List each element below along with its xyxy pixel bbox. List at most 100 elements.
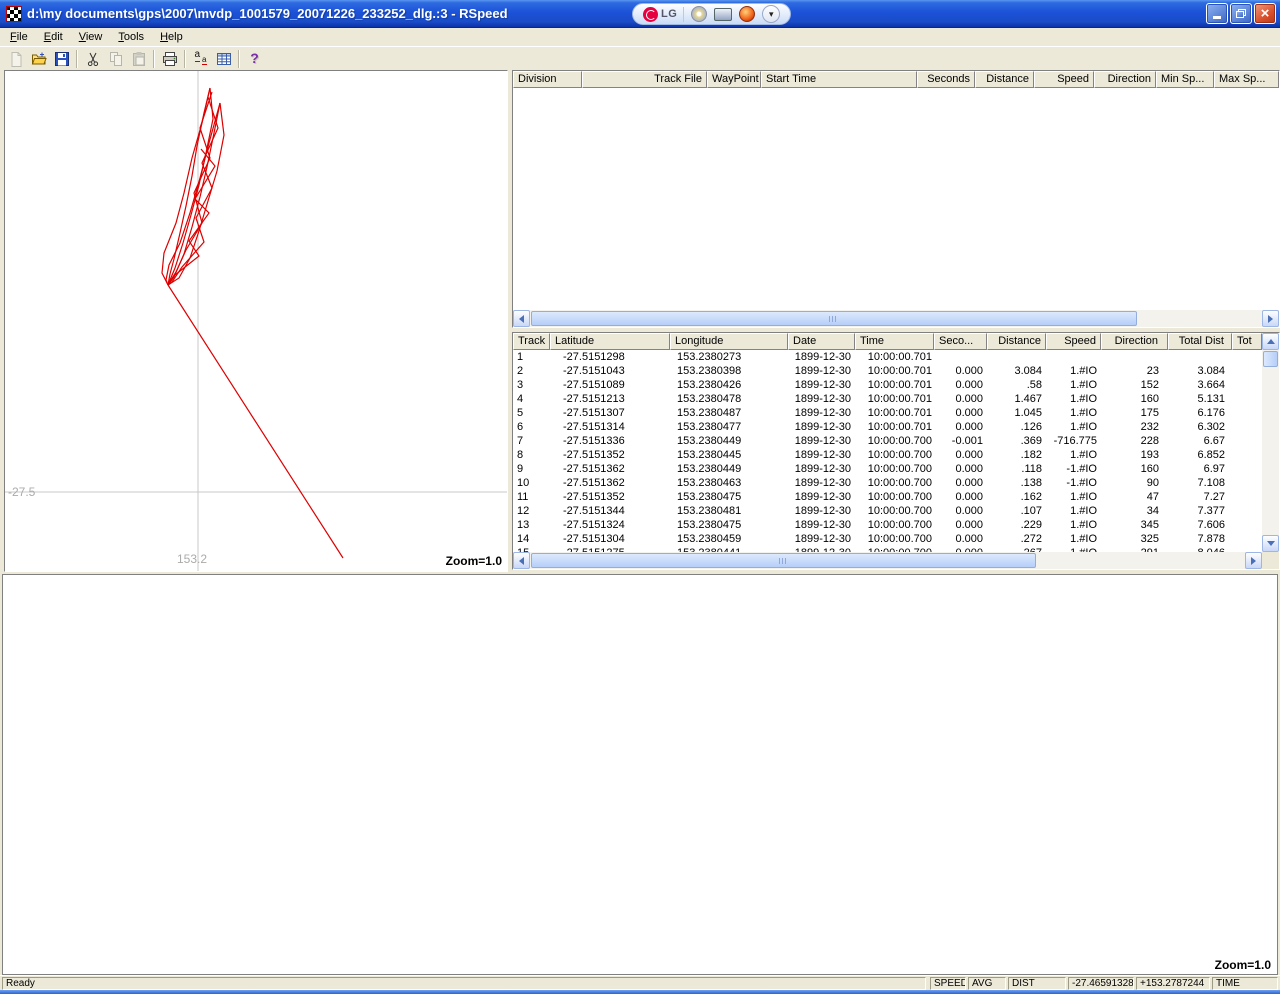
table-cell: 7.878 [1168,532,1232,546]
scroll-right-button[interactable] [1245,552,1262,569]
table-row[interactable]: 9-27.5151362153.23804491899-12-3010:00:0… [513,462,1262,476]
disc-icon[interactable] [691,6,707,22]
scroll-left-icon [519,557,524,565]
scroll-up-button[interactable] [1262,333,1279,350]
column-header[interactable]: Track [513,333,550,350]
column-header[interactable]: WayPoint [707,71,761,88]
cut-button[interactable] [81,48,104,70]
column-header[interactable]: Track File [582,71,707,88]
scroll-left-button[interactable] [513,310,530,327]
paste-button[interactable] [127,48,150,70]
column-header[interactable]: Tot [1232,333,1262,350]
copy-button[interactable] [104,48,127,70]
division-table-header: DivisionTrack FileWayPointStart TimeSeco… [513,71,1279,88]
table-row[interactable]: 12-27.5151344153.23804811899-12-3010:00:… [513,504,1262,518]
column-header[interactable]: Longitude [670,333,788,350]
table-row[interactable]: 6-27.5151314153.23804771899-12-3010:00:0… [513,420,1262,434]
restore-button[interactable] [1230,3,1252,24]
table-cell: 11 [513,490,550,504]
scroll-right-icon [1251,557,1256,565]
close-button[interactable]: × [1254,3,1276,24]
column-header[interactable]: Date [788,333,855,350]
track-table-hscrollbar[interactable] [513,552,1262,569]
menu-file[interactable]: File [2,30,36,44]
table-cell: 153.2380449 [670,462,788,476]
plot-zoom-label: Zoom=1.0 [446,554,502,568]
menu-view[interactable]: View [71,30,111,44]
track-table-body[interactable]: 1-27.5151298153.23802731899-12-3010:00:0… [513,350,1262,552]
table-row[interactable]: 13-27.5151324153.23804751899-12-3010:00:… [513,518,1262,532]
new-button[interactable] [4,48,27,70]
column-header[interactable]: Time [855,333,934,350]
column-header[interactable]: Direction [1101,333,1168,350]
track-map-panel[interactable]: -27.5153.2 Zoom=1.0 [4,70,508,572]
table-row[interactable]: 7-27.5151336153.23804491899-12-3010:00:0… [513,434,1262,448]
drive-icon[interactable] [714,8,732,21]
table-row[interactable]: 8-27.5151352153.23804451899-12-3010:00:0… [513,448,1262,462]
table-cell: .107 [987,504,1046,518]
table-cell: 0.000 [934,504,987,518]
column-header[interactable]: Total Dist [1168,333,1232,350]
vscroll-thumb[interactable] [1263,351,1278,367]
table-row[interactable]: 2-27.5151043153.23803981899-12-3010:00:0… [513,364,1262,378]
hscroll-thumb[interactable] [531,311,1137,326]
help-button[interactable] [243,48,266,70]
table-cell: -27.5151304 [550,532,670,546]
column-header[interactable]: Max Sp... [1214,71,1279,88]
menu-help[interactable]: Help [152,30,191,44]
column-header[interactable]: Speed [1034,71,1094,88]
column-header[interactable]: Seco... [934,333,987,350]
print-button[interactable] [158,48,181,70]
table-cell: 3.084 [1168,364,1232,378]
column-header[interactable]: Seconds [917,71,975,88]
column-header[interactable]: Latitude [550,333,670,350]
help-icon [250,50,259,68]
dropdown-arrow-icon[interactable]: ▾ [762,5,780,23]
grid-view-button[interactable] [212,48,235,70]
table-cell: 152 [1101,378,1168,392]
open-button[interactable] [27,48,50,70]
table-cell: .272 [987,532,1046,546]
scroll-down-button[interactable] [1262,535,1279,552]
table-cell: 12 [513,504,550,518]
lg-logo-icon [643,7,658,22]
division-table-hscrollbar[interactable] [513,310,1279,327]
status-longitude: +153.2787244 [1136,977,1210,990]
column-header[interactable]: Start Time [761,71,917,88]
speed-view-panel[interactable]: Zoom=1.0 [2,574,1278,975]
close-icon: × [1261,6,1270,21]
labels-button[interactable] [189,48,212,70]
table-row[interactable]: 14-27.5151304153.23804591899-12-3010:00:… [513,532,1262,546]
table-row[interactable]: 10-27.5151362153.23804631899-12-3010:00:… [513,476,1262,490]
column-header[interactable]: Direction [1094,71,1156,88]
column-header[interactable]: Division [513,71,582,88]
table-row[interactable]: 3-27.5151089153.23804261899-12-3010:00:0… [513,378,1262,392]
column-header[interactable]: Speed [1046,333,1101,350]
table-row[interactable]: 4-27.5151213153.23804781899-12-3010:00:0… [513,392,1262,406]
table-cell: 10:00:00.701 [855,420,934,434]
table-cell: 1899-12-30 [788,476,855,490]
scroll-right-button[interactable] [1262,310,1279,327]
table-cell [1168,350,1232,364]
menu-tools[interactable]: Tools [110,30,152,44]
hscroll-thumb[interactable] [531,553,1036,568]
track-table-vscrollbar[interactable] [1262,333,1279,552]
scroll-left-button[interactable] [513,552,530,569]
save-button[interactable] [50,48,73,70]
division-table-body[interactable] [513,88,1279,310]
globe-icon[interactable] [739,6,755,22]
column-header[interactable]: Min Sp... [1156,71,1214,88]
table-row[interactable]: 1-27.5151298153.23802731899-12-3010:00:0… [513,350,1262,364]
table-row[interactable]: 5-27.5151307153.23804871899-12-3010:00:0… [513,406,1262,420]
table-cell: 160 [1101,392,1168,406]
menu-edit[interactable]: Edit [36,30,71,44]
column-header[interactable]: Distance [975,71,1034,88]
minimize-button[interactable] [1206,3,1228,24]
lg-logo[interactable]: LG [643,7,684,22]
column-header[interactable]: Distance [987,333,1046,350]
table-row[interactable]: 11-27.5151352153.23804751899-12-3010:00:… [513,490,1262,504]
table-cell [987,350,1046,364]
table-cell: 4 [513,392,550,406]
table-cell: .229 [987,518,1046,532]
table-cell: 0.000 [934,462,987,476]
